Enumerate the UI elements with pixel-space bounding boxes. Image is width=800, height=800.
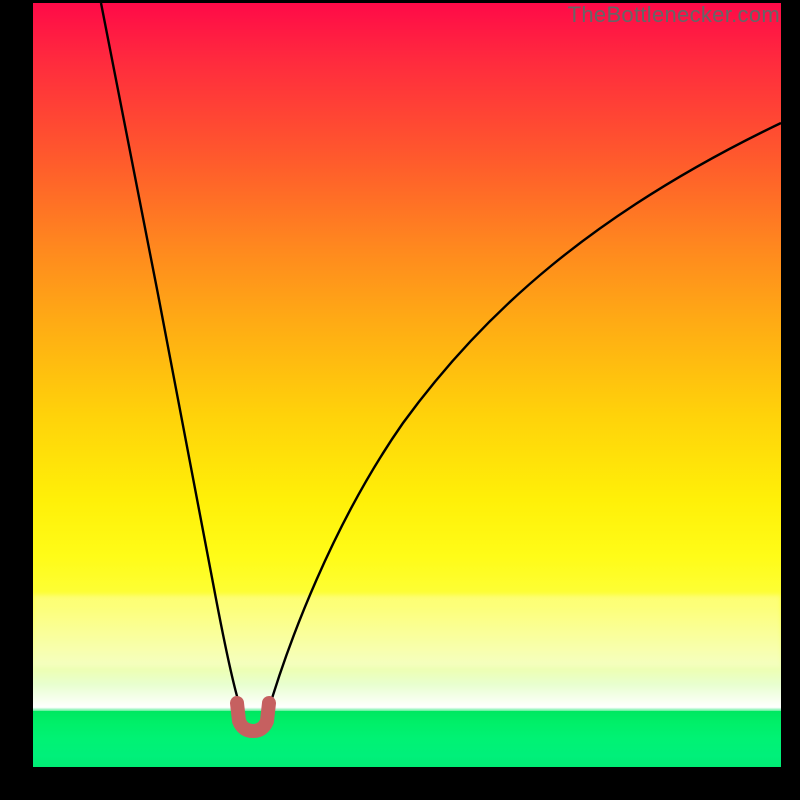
curve-left-branch xyxy=(101,3,243,715)
bottleneck-curve xyxy=(33,3,781,767)
curve-right-branch xyxy=(267,123,781,715)
chart-frame xyxy=(33,3,781,767)
min-marker xyxy=(237,703,269,731)
watermark-text: TheBottlenecker.com xyxy=(568,2,780,28)
